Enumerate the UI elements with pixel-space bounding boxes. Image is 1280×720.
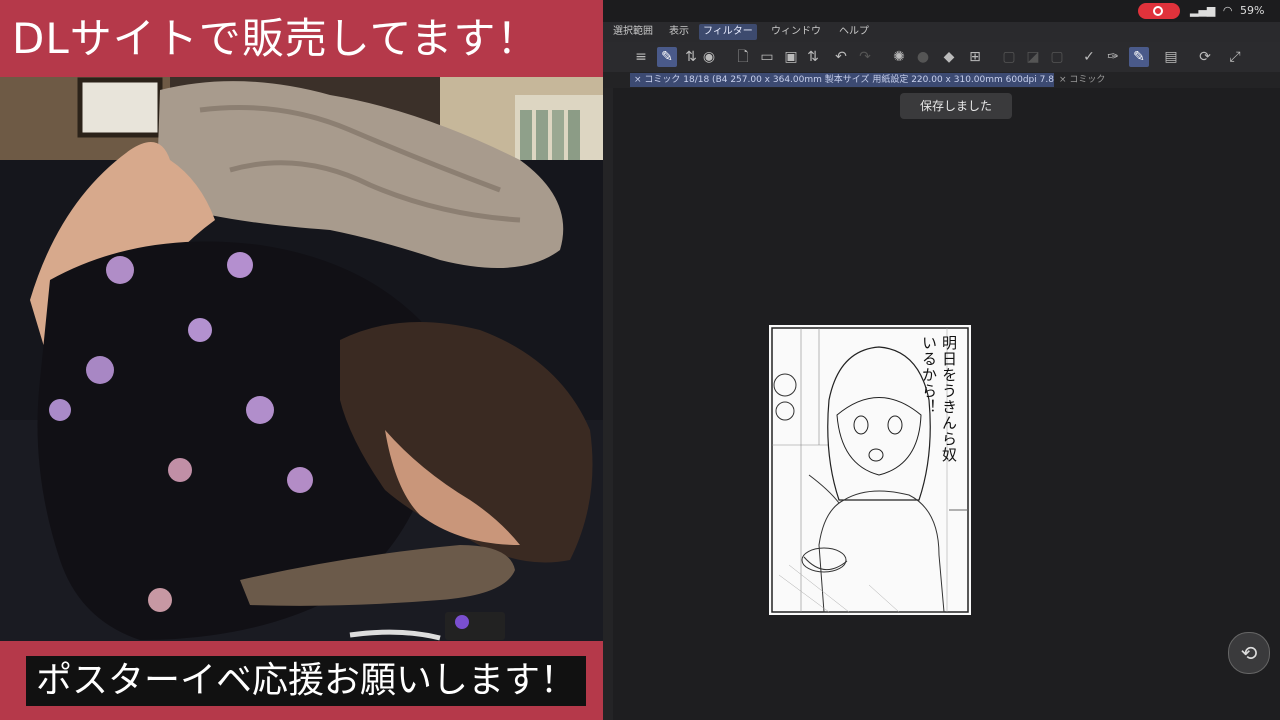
battery-percent: 59% [1240, 4, 1265, 17]
menu-view[interactable]: 表示 [665, 24, 693, 40]
brush-tool-icon[interactable]: ✑ [1103, 47, 1123, 67]
save-icon[interactable]: ▣ [781, 47, 801, 67]
record-icon [1153, 6, 1163, 16]
expand-icon[interactable]: ⤢ [1225, 47, 1245, 67]
document-tabs: × コミック 18/18 (B4 257.00 x 364.00mm 製本サイズ… [603, 72, 1280, 88]
redo-icon[interactable]: ↷ [855, 47, 875, 67]
clear-icon[interactable]: ● [913, 47, 933, 67]
deselect-icon[interactable]: ▢ [999, 47, 1019, 67]
left-sidebar-strip[interactable] [603, 88, 613, 720]
color-icon[interactable]: ◉ [699, 47, 719, 67]
wifi-icon: ◠ [1222, 4, 1233, 17]
bottom-banner: ポスターイベ応援お願いします！ [26, 656, 587, 706]
menu-bar: 選択範囲 表示 フィルター ウィンドウ ヘルプ [603, 22, 1280, 42]
canvas-area[interactable]: 明日をうきんら奴 いるから！ [613, 88, 1280, 720]
sub-tool-icon[interactable]: ✎ [657, 47, 677, 67]
drawing-app: ▂▄▆ ◠ 59% 選択範囲 表示 フィルター ウィンドウ ヘルプ ≡ ✎ ⇅ … [603, 0, 1280, 720]
pen-tool-icon[interactable]: ✓ [1079, 47, 1099, 67]
fill-icon[interactable]: ◆ [939, 47, 959, 67]
transform-icon[interactable]: ⊞ [965, 47, 985, 67]
menu-help[interactable]: ヘルプ [835, 24, 873, 40]
layer-icon[interactable]: ▤ [1161, 47, 1181, 67]
invert-icon[interactable]: ◪ [1023, 47, 1043, 67]
swap-icon[interactable]: ⇅ [681, 47, 701, 67]
rotate-icon[interactable]: ⟳ [1195, 47, 1215, 67]
tab-comic-active[interactable]: × コミック 18/18 (B4 257.00 x 364.00mm 製本サイズ… [630, 73, 1054, 87]
toolbar: ≡ ✎ ⇅ ◉ 🗋 ▭ ▣ ⇅ ↶ ↷ ✺ ● ◆ ⊞ ▢ ◪ ▢ ✓ ✑ ✎ … [603, 42, 1280, 73]
pencil-tool-icon[interactable]: ✎ [1129, 47, 1149, 67]
crop-icon[interactable]: ▢ [1047, 47, 1067, 67]
tab-comic[interactable]: × コミック [1059, 73, 1139, 87]
arrows-icon[interactable]: ⇅ [803, 47, 823, 67]
saved-toast: 保存しました [900, 93, 1012, 119]
menu-selection[interactable]: 選択範囲 [609, 24, 657, 40]
signal-icon: ▂▄▆ [1190, 4, 1216, 17]
speech-text-2: いるから！ [920, 335, 938, 415]
menu-icon[interactable]: ≡ [631, 47, 651, 67]
open-folder-icon[interactable]: ▭ [757, 47, 777, 67]
status-bar: ▂▄▆ ◠ 59% [603, 0, 1280, 33]
menu-window[interactable]: ウィンドウ [767, 24, 825, 40]
speech-text-1: 明日をうきんら奴 [940, 335, 958, 463]
undo-icon[interactable]: ↶ [831, 47, 851, 67]
status-right: ▂▄▆ ◠ 59% [1186, 3, 1280, 33]
webcam-scene [0, 77, 603, 641]
manga-page[interactable]: 明日をうきんら奴 いるから！ [769, 325, 971, 615]
top-banner: DLサイトで販売してます！ [0, 0, 603, 77]
screen-record-indicator[interactable] [1138, 3, 1180, 19]
menu-filter[interactable]: フィルター [699, 24, 757, 40]
webcam-feed: DLサイトで販売してます！ ポスターイベ応援お願いします！ [0, 0, 603, 720]
new-file-icon[interactable]: 🗋 [733, 47, 753, 67]
gear-icon[interactable]: ✺ [889, 47, 909, 67]
rotate-canvas-button[interactable]: ⟲ [1228, 632, 1270, 674]
